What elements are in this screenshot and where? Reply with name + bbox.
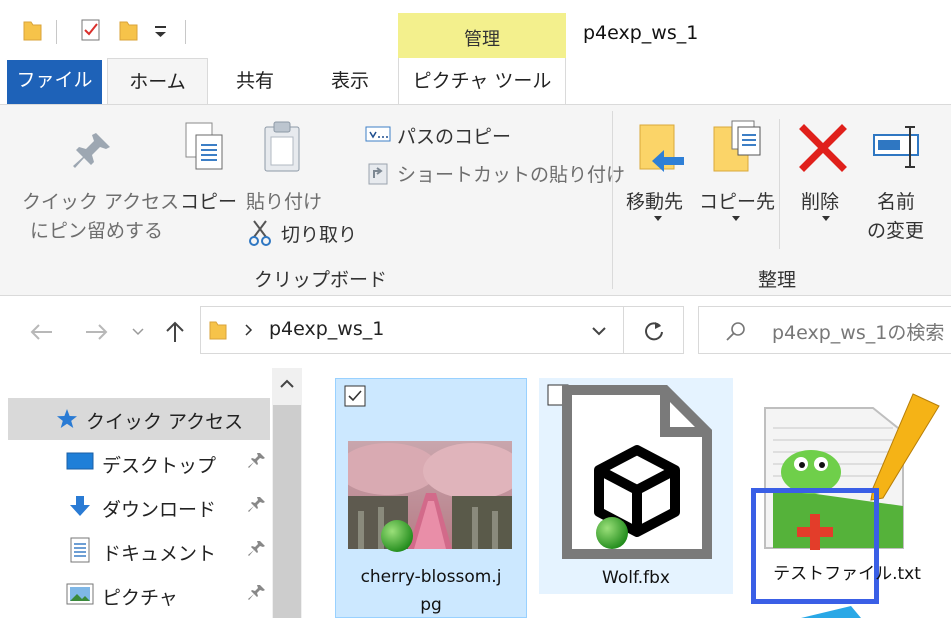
tab-home[interactable]: ホーム xyxy=(107,58,208,105)
chevron-down-icon xyxy=(822,216,830,221)
sidebar-item-downloads[interactable]: ダウンロード xyxy=(8,486,270,528)
pin-icon xyxy=(73,133,110,168)
copy-button[interactable]: コピー xyxy=(180,187,237,214)
cherry-blossom-thumbnail xyxy=(348,441,512,549)
sidebar-item-desktop[interactable]: デスクトップ xyxy=(8,442,270,484)
tab-file[interactable]: ファイル xyxy=(7,60,102,104)
move-to-button[interactable]: 移動先 xyxy=(626,187,683,214)
pin-to-quick-access-label-2[interactable]: にピン留めする xyxy=(30,216,163,243)
chevron-down-icon xyxy=(654,216,662,221)
rename-button[interactable]: 名前 xyxy=(877,187,915,214)
ribbon-separator xyxy=(779,119,780,249)
window-title: p4exp_ws_1 xyxy=(583,22,699,44)
picture-tools-group: 管理 xyxy=(398,13,566,58)
up-arrow-icon[interactable] xyxy=(164,320,186,344)
file-name: Wolf.fbx xyxy=(602,568,670,588)
ribbon-separator xyxy=(612,111,613,289)
sidebar-item-pictures[interactable]: ピクチャ xyxy=(8,574,270,616)
address-history-chevron-icon[interactable] xyxy=(591,326,607,336)
rename-button-label-2[interactable]: の変更 xyxy=(867,216,924,243)
paste-shortcut-icon xyxy=(368,163,388,185)
cut-button[interactable]: 切り取り xyxy=(281,220,357,247)
pin-icon[interactable] xyxy=(248,496,266,514)
copy-to-button[interactable]: コピー先 xyxy=(699,187,775,214)
file-name: テストファイル.txt xyxy=(773,564,921,584)
copy-to-icon xyxy=(713,120,761,172)
nav-quick-access[interactable]: クイック アクセス xyxy=(8,398,270,440)
clipboard-group-label: クリップボード xyxy=(254,269,388,291)
sync-status-icon xyxy=(381,520,413,552)
download-icon xyxy=(70,496,90,516)
ribbon-tabs: ファイル ホーム 共有 表示 ピクチャ ツール xyxy=(0,58,951,105)
manage-label: 管理 xyxy=(464,29,500,50)
nav-quick-access-label: クイック アクセス xyxy=(86,411,244,433)
generic-file-icon xyxy=(562,385,712,559)
paste-shortcut-button[interactable]: ショートカットの貼り付け xyxy=(397,160,625,187)
paste-icon xyxy=(264,121,300,172)
back-arrow-icon[interactable] xyxy=(28,323,54,341)
scissors-icon xyxy=(249,220,271,246)
scroll-up-icon[interactable] xyxy=(280,379,294,389)
next-file-partial-icon xyxy=(801,606,861,618)
ribbon: クイック アクセス にピン留めする コピー 貼り付け パスのコピー ショートカッ… xyxy=(0,104,951,296)
pin-to-quick-access-label[interactable]: クイック アクセス xyxy=(22,187,179,214)
file-item-test-txt[interactable]: テストファイル.txt xyxy=(743,378,951,618)
file-name: cherry-blossom.j xyxy=(360,567,502,587)
refresh-icon xyxy=(645,322,663,341)
navigation-pane: クイック アクセス デスクトップ ダウンロード ドキュメント ピクチャ xyxy=(0,368,303,618)
paste-button[interactable]: 貼り付け xyxy=(246,187,322,214)
sidebar-item-documents[interactable]: ドキュメント xyxy=(8,530,270,572)
nav-scrollbar-thumb[interactable] xyxy=(273,405,301,618)
folder-icon xyxy=(209,321,227,340)
sidebar-item-label: ドキュメント xyxy=(102,543,217,565)
new-folder-icon[interactable] xyxy=(118,18,138,42)
properties-icon[interactable] xyxy=(80,18,102,42)
move-to-icon xyxy=(639,124,684,172)
address-bar[interactable]: p4exp_ws_1 xyxy=(200,306,624,354)
file-item-cherry-blossom[interactable]: cherry-blossom.j pg xyxy=(335,378,527,618)
folder-icon[interactable] xyxy=(22,18,42,42)
title-bar: 管理 p4exp_ws_1 xyxy=(0,0,951,60)
breadcrumb-current-folder[interactable]: p4exp_ws_1 xyxy=(269,318,384,340)
sidebar-item-label: ダウンロード xyxy=(102,499,217,521)
search-icon xyxy=(726,322,745,341)
sidebar-item-label: デスクトップ xyxy=(102,455,217,477)
star-icon xyxy=(57,409,77,428)
organize-group-label: 整理 xyxy=(758,269,797,291)
tab-picture-tools[interactable]: ピクチャ ツール xyxy=(398,58,566,104)
pin-icon[interactable] xyxy=(248,584,266,602)
tab-share[interactable]: 共有 xyxy=(220,58,290,104)
sync-status-icon xyxy=(596,517,628,549)
customize-toolbar-icon[interactable] xyxy=(152,18,170,42)
recent-locations-chevron-icon[interactable] xyxy=(132,327,144,337)
file-list: cherry-blossom.j pg Wolf.fbx テストファイル.txt xyxy=(303,368,951,618)
pin-icon[interactable] xyxy=(248,452,266,470)
file-name-line-2: pg xyxy=(420,595,442,615)
address-row: p4exp_ws_1 p4exp_ws_1の検索 xyxy=(0,296,951,368)
copy-path-button[interactable]: パスのコピー xyxy=(397,122,511,149)
copy-icon xyxy=(185,122,223,170)
copy-path-icon xyxy=(365,126,391,142)
pin-icon[interactable] xyxy=(248,540,266,558)
document-icon xyxy=(70,537,90,563)
delete-button[interactable]: 削除 xyxy=(801,187,839,214)
checkbox-checked-icon[interactable] xyxy=(344,385,366,407)
pictures-icon xyxy=(66,583,94,605)
breadcrumb-chevron-icon[interactable] xyxy=(245,324,253,336)
rename-icon xyxy=(873,126,919,168)
search-placeholder: p4exp_ws_1の検索 xyxy=(772,322,945,344)
refresh-button[interactable] xyxy=(624,306,684,354)
forward-arrow-icon[interactable] xyxy=(84,323,110,341)
desktop-icon xyxy=(66,452,94,470)
search-box[interactable]: p4exp_ws_1の検索 xyxy=(698,306,951,354)
file-item-wolf-fbx[interactable]: Wolf.fbx xyxy=(539,378,733,594)
delete-icon xyxy=(799,124,847,172)
tab-view[interactable]: 表示 xyxy=(312,58,388,104)
toolbar-separator xyxy=(185,20,186,44)
chevron-down-icon xyxy=(732,216,740,221)
sidebar-item-label: ピクチャ xyxy=(102,587,178,609)
toolbar-separator xyxy=(56,20,57,44)
